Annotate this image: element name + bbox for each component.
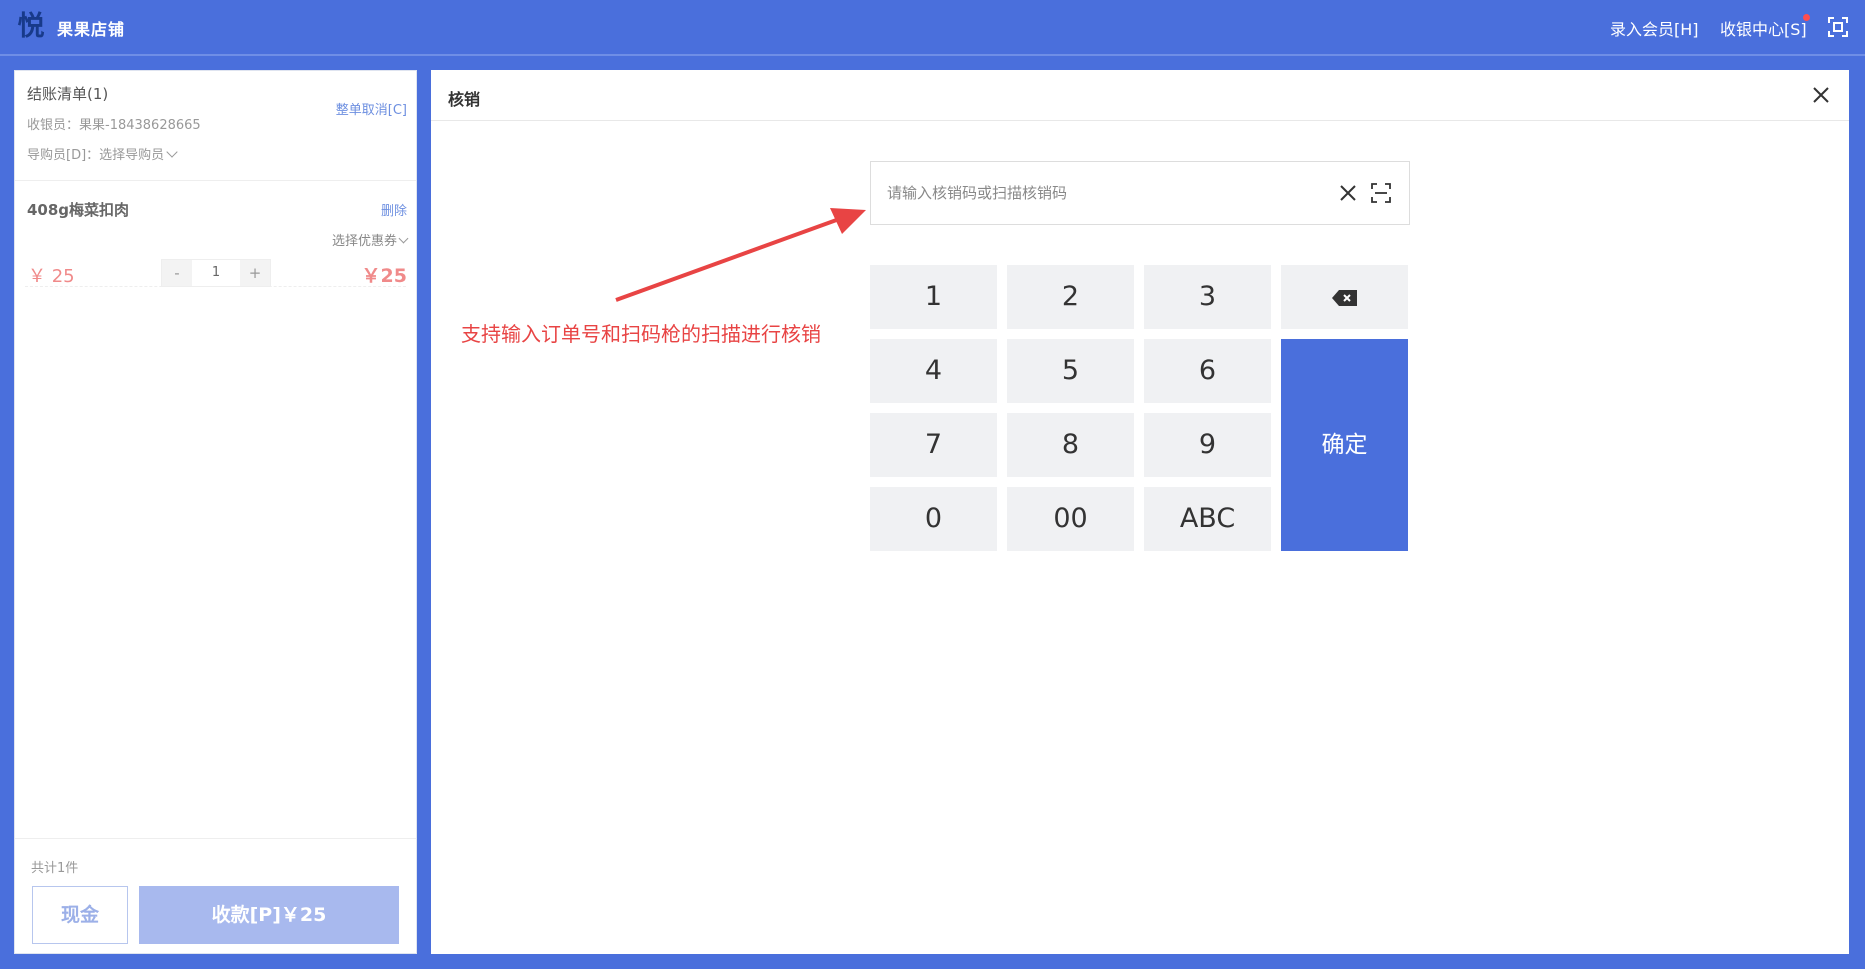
guide-selector[interactable]: 导购员[D]：选择导购员 — [27, 144, 178, 163]
guide-label: 导购员[D]：选择导购员 — [27, 148, 165, 163]
item-count: 共计1件 — [31, 861, 79, 876]
top-bar: 悦 果果店铺 录入会员[H] 收银中心[S] — [0, 0, 1865, 56]
key-2[interactable]: 2 — [1007, 265, 1134, 329]
coupon-label: 选择优惠券 — [331, 234, 397, 249]
store-name: 果果店铺 — [57, 20, 126, 39]
key-7[interactable]: 7 — [870, 413, 997, 477]
annotation-text: 支持输入订单号和扫码枪的扫描进行核销 — [461, 322, 821, 346]
key-9[interactable]: 9 — [1144, 413, 1271, 477]
verify-panel: 核销 支持输入订单号和扫码枪的扫描进行核销 1 2 3 4 5 6 — [431, 70, 1849, 954]
cashier-center-link[interactable]: 收银中心[S] — [1720, 16, 1807, 40]
add-member-link[interactable]: 录入会员[H] — [1610, 16, 1699, 40]
close-icon[interactable] — [1809, 83, 1833, 107]
verify-code-field — [870, 161, 1410, 225]
chevron-down-icon — [166, 146, 178, 158]
key-0[interactable]: 0 — [870, 487, 997, 551]
verify-title: 核销 — [448, 90, 481, 109]
notification-dot — [1803, 14, 1810, 21]
cashier-info: 收银员：果果-18438628665 — [27, 118, 201, 133]
quantity-value[interactable]: 1 — [192, 260, 240, 286]
pay-button[interactable]: 收款[P]￥25 — [139, 886, 399, 944]
verify-header: 核销 — [431, 70, 1849, 121]
increase-button[interactable]: + — [240, 260, 270, 286]
key-abc[interactable]: ABC — [1144, 487, 1271, 551]
annotation-arrow-icon — [615, 208, 866, 302]
decrease-button[interactable]: - — [162, 260, 192, 286]
cash-button[interactable]: 现金 — [32, 886, 128, 944]
checkout-title: 结账清单(1) — [27, 85, 109, 103]
backspace-key[interactable] — [1281, 265, 1408, 329]
key-1[interactable]: 1 — [870, 265, 997, 329]
delete-item-button[interactable]: 删除 — [381, 200, 407, 219]
key-3[interactable]: 3 — [1144, 265, 1271, 329]
checkout-header: 结账清单(1) 整单取消[C] 收银员：果果-18438628665 导购员[D… — [15, 71, 416, 181]
scan-icon[interactable] — [1370, 182, 1392, 204]
item-unit-price: ￥ 25 — [28, 266, 75, 287]
divider — [25, 286, 406, 287]
clear-icon[interactable] — [1337, 182, 1359, 204]
confirm-button[interactable]: 确定 — [1281, 339, 1408, 551]
quantity-stepper: - 1 + — [161, 259, 271, 287]
coupon-selector[interactable]: 选择优惠券 — [331, 230, 409, 249]
checkout-panel: 结账清单(1) 整单取消[C] 收银员：果果-18438628665 导购员[D… — [14, 70, 417, 954]
cancel-all-button[interactable]: 整单取消[C] — [336, 99, 407, 118]
item-name: 408g梅菜扣肉 — [27, 201, 130, 219]
verify-code-input[interactable] — [871, 162, 1311, 224]
backspace-icon — [1331, 289, 1357, 306]
chevron-down-icon — [398, 233, 409, 244]
cart-item: 408g梅菜扣肉 删除 选择优惠券 ￥ 25 - 1 + ￥25 — [15, 181, 416, 291]
key-00[interactable]: 00 — [1007, 487, 1134, 551]
logo: 悦 — [17, 11, 45, 42]
key-6[interactable]: 6 — [1144, 339, 1271, 403]
keypad: 1 2 3 4 5 6 7 8 9 0 00 ABC 确定 — [870, 265, 1410, 551]
key-8[interactable]: 8 — [1007, 413, 1134, 477]
key-5[interactable]: 5 — [1007, 339, 1134, 403]
key-4[interactable]: 4 — [870, 339, 997, 403]
checkout-footer: 共计1件 现金 收款[P]￥25 — [15, 838, 416, 954]
fullscreen-icon[interactable] — [1827, 16, 1849, 38]
item-total: ￥25 — [361, 265, 407, 287]
